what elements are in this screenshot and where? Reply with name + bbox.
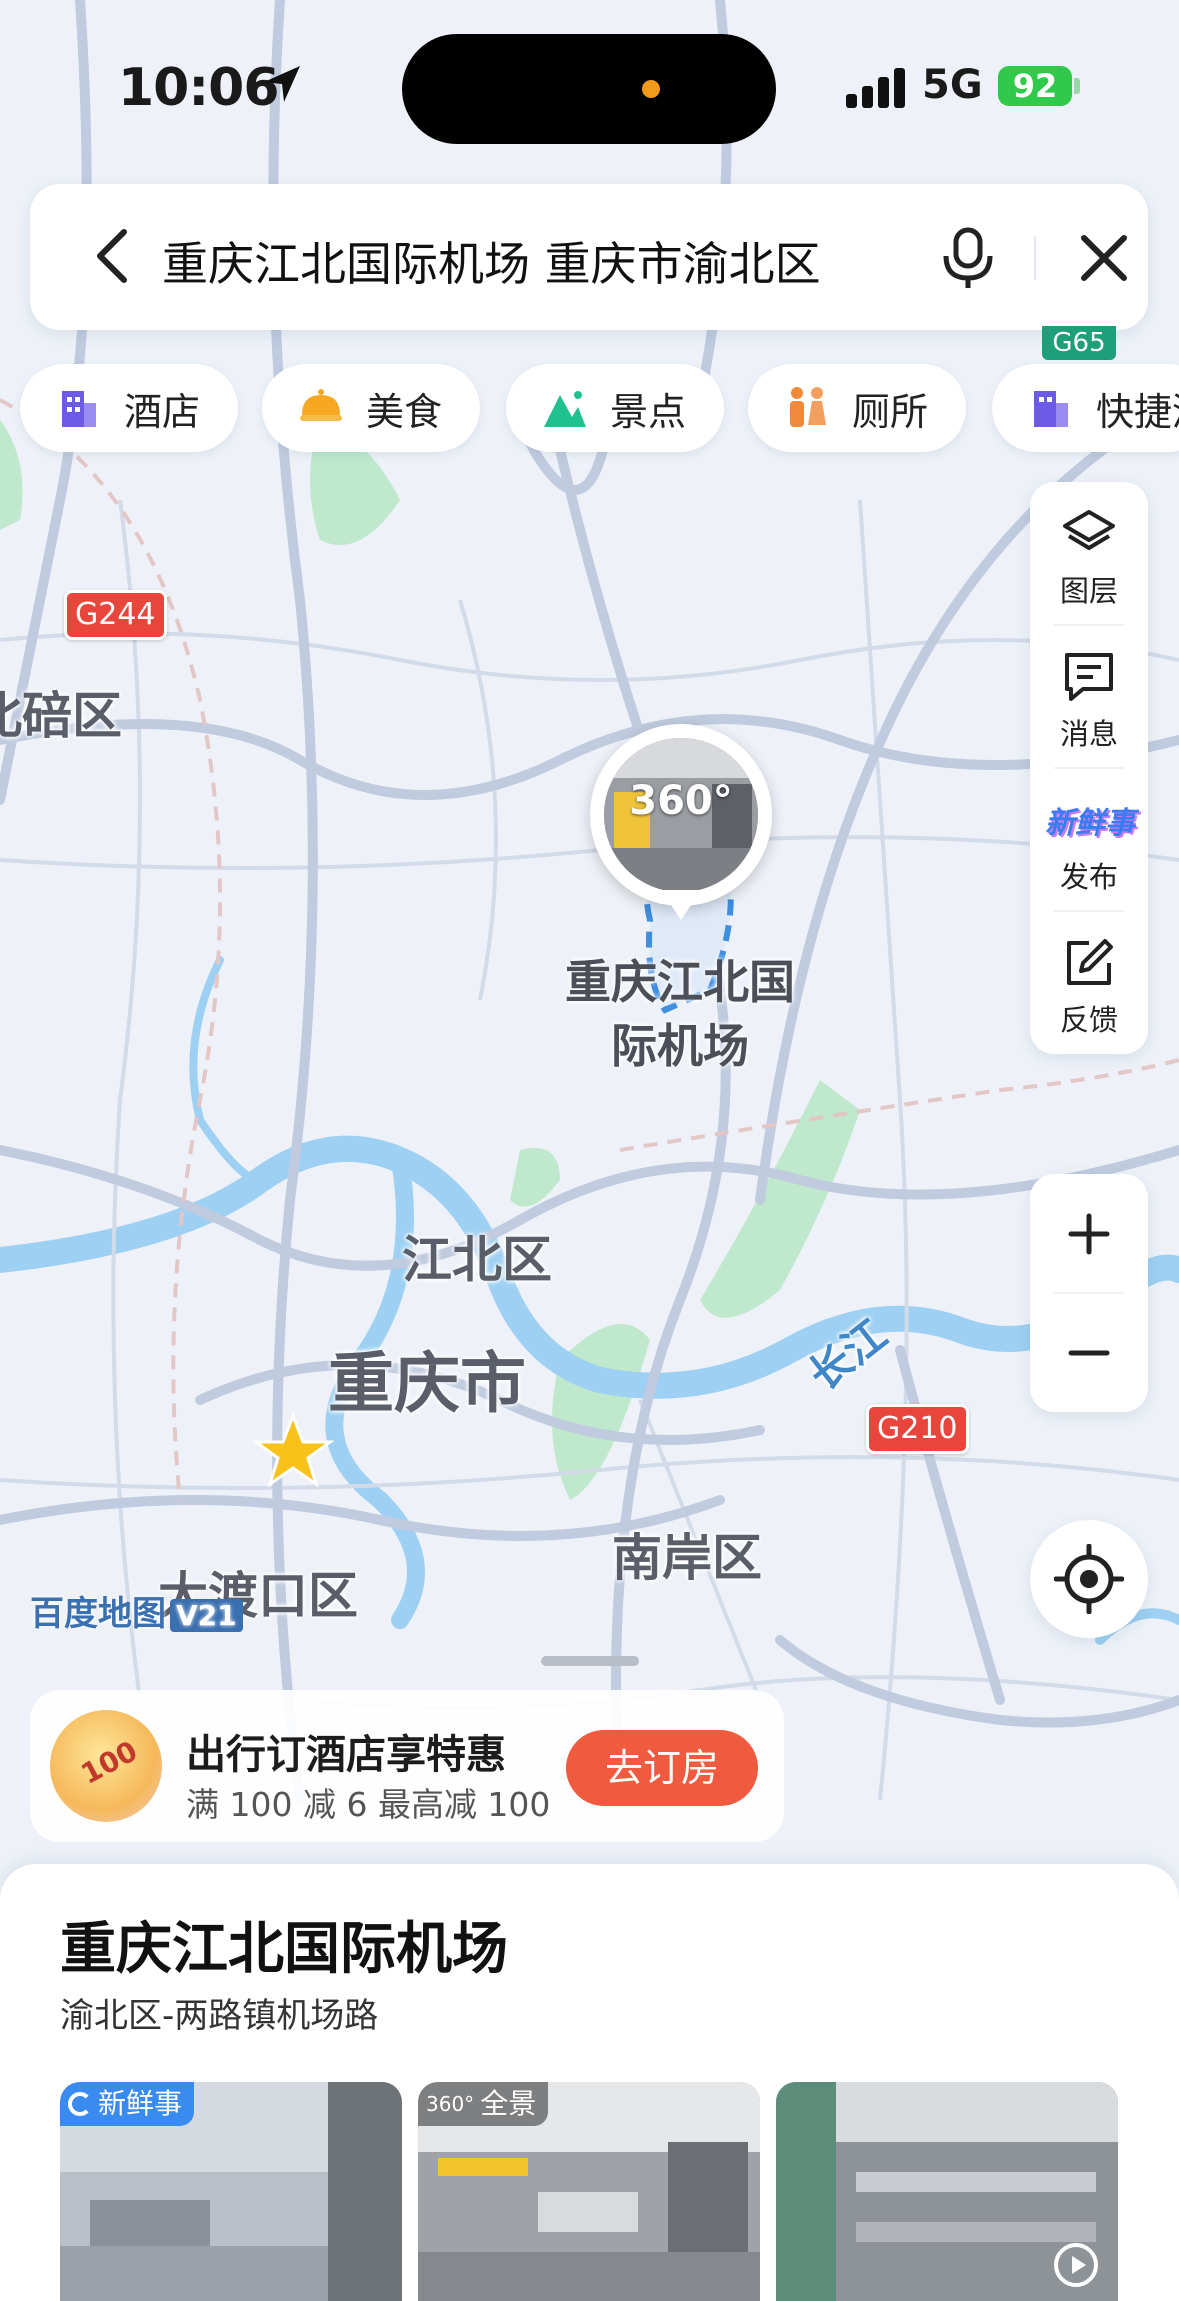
hotel-icon	[62, 391, 96, 427]
airport-panorama-pin[interactable]: 360°	[590, 724, 772, 906]
refresh-icon	[68, 2092, 92, 2116]
zoom-out-button[interactable]	[1030, 1293, 1148, 1412]
tool-publish-label: 发布	[1059, 860, 1118, 894]
search-separator	[1034, 236, 1036, 280]
tool-feedback-label: 反馈	[1059, 1003, 1118, 1037]
news-icon-text: 新鲜事	[1045, 806, 1135, 841]
plus-icon	[1068, 1213, 1110, 1254]
highway-badge-g65: G65	[1042, 326, 1116, 360]
search-query-text[interactable]: 重庆江北国际机场 重庆市渝北区	[162, 228, 902, 294]
map-label-nanan: 南岸区	[612, 1529, 762, 1587]
map-label-jiangbei: 江北区	[402, 1231, 552, 1289]
panorama-icon: 360°	[426, 2092, 475, 2116]
panorama-360-label: 360°	[629, 778, 733, 824]
book-hotel-button[interactable]: 去订房	[566, 1730, 758, 1806]
category-label-toilet: 厕所	[852, 389, 929, 434]
locate-me-button[interactable]	[1030, 1520, 1148, 1638]
place-photo-video[interactable]	[776, 2082, 1118, 2301]
category-label-budget-hotel: 快捷酒店	[1096, 389, 1179, 434]
minus-icon	[1068, 1350, 1110, 1355]
category-chip-food[interactable]: 美食	[262, 364, 480, 452]
highway-badge-g244: G244	[64, 590, 167, 640]
poi-name-line2: 际机场	[611, 1019, 749, 1073]
poi-name[interactable]: 重庆江北国 际机场	[520, 950, 840, 1078]
status-time: 10:06	[118, 58, 280, 118]
dynamic-island	[402, 34, 776, 144]
category-chip-toilet[interactable]: 厕所	[748, 364, 966, 452]
place-photo-panorama[interactable]: 360° 全景	[418, 2082, 760, 2301]
hotel-promo-banner[interactable]: 100 出行订酒店享特惠 满 100 减 6 最高减 100 去订房	[30, 1690, 784, 1842]
search-bar[interactable]: 重庆江北国际机场 重庆市渝北区	[30, 184, 1148, 330]
tool-feedback[interactable]: 反馈	[1030, 911, 1148, 1054]
network-type: 5G	[922, 62, 983, 108]
map-logo-name: 百度地图	[30, 1594, 166, 1634]
zoom-in-button[interactable]	[1030, 1174, 1148, 1293]
map-label-chongqing: 重庆市	[328, 1345, 526, 1422]
coupon-badge-value: 100	[75, 1734, 143, 1791]
privacy-indicator-dot	[642, 80, 660, 98]
microphone-icon[interactable]	[938, 226, 998, 290]
map-tools-panel: 图层 消息 新鲜事 发布 反馈	[1030, 482, 1148, 1054]
feedback-icon	[1067, 939, 1113, 985]
coupon-icon: 100	[50, 1710, 162, 1822]
highway-badge-g210: G210	[866, 1404, 969, 1454]
place-title: 重庆江北国际机场	[60, 1917, 508, 1982]
play-icon	[1054, 2243, 1098, 2287]
news-icon: 新鲜事	[1042, 792, 1138, 848]
budget-hotel-icon	[1034, 391, 1068, 427]
status-bar: 10:06 5G 92	[0, 0, 1179, 170]
tool-messages[interactable]: 消息	[1030, 625, 1148, 768]
photo-tag-news: 新鲜事	[60, 2082, 195, 2126]
place-detail-sheet[interactable]: 重庆江北国际机场 渝北区-两路镇机场路 新鲜事 360° 全景	[0, 1864, 1179, 2301]
message-icon	[1065, 653, 1113, 701]
signal-icon	[846, 68, 905, 108]
back-icon[interactable]	[90, 226, 138, 286]
tool-layers[interactable]: 图层	[1030, 482, 1148, 625]
toilet-icon	[790, 387, 826, 427]
category-chip-budget-hotel[interactable]: 快捷酒店	[992, 364, 1179, 452]
category-chip-hotel[interactable]: 酒店	[20, 364, 238, 452]
tool-messages-label: 消息	[1059, 717, 1118, 751]
scenic-icon	[544, 391, 586, 427]
category-chip-scenic[interactable]: 景点	[506, 364, 724, 452]
panorama-photo: 360°	[604, 738, 758, 892]
layers-icon	[1063, 510, 1115, 550]
photo-tag-panorama: 360° 全景	[418, 2082, 549, 2126]
food-icon	[300, 389, 342, 421]
sheet-drag-handle[interactable]	[541, 1656, 639, 1666]
promo-subtitle: 满 100 减 6 最高减 100	[186, 1785, 551, 1824]
photo-tag-news-label: 新鲜事	[98, 2087, 183, 2120]
tool-layers-label: 图层	[1059, 574, 1118, 608]
map-logo: 百度地图 V21	[30, 1586, 243, 1635]
promo-title: 出行订酒店享特惠	[186, 1732, 506, 1778]
place-photo-news[interactable]: 新鲜事	[60, 2082, 402, 2301]
battery-indicator: 92	[998, 66, 1072, 106]
tool-publish[interactable]: 新鲜事 发布	[1030, 768, 1148, 911]
category-label-scenic: 景点	[610, 389, 687, 434]
pin-tail	[661, 890, 701, 920]
map-label-beibei: 北碚区	[0, 687, 122, 745]
poi-name-line1: 重庆江北国	[565, 955, 795, 1009]
category-label-food: 美食	[366, 389, 443, 434]
photo-tag-panorama-label: 全景	[480, 2087, 537, 2120]
map-logo-version: V21	[170, 1599, 243, 1632]
place-address: 渝北区-两路镇机场路	[60, 1996, 379, 2036]
zoom-control	[1030, 1174, 1148, 1412]
battery-cap	[1074, 78, 1080, 94]
category-label-hotel: 酒店	[124, 389, 201, 434]
location-arrow-icon	[264, 66, 300, 102]
close-icon[interactable]	[1076, 230, 1132, 286]
crosshair-icon	[1054, 1544, 1124, 1614]
